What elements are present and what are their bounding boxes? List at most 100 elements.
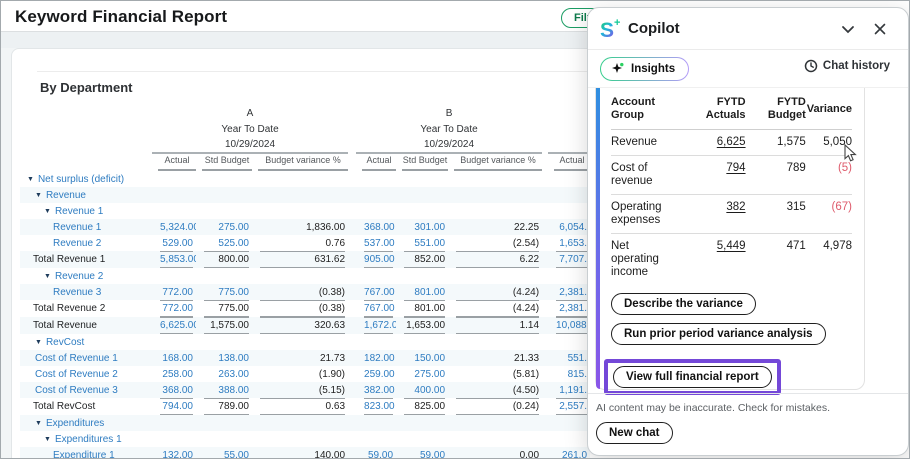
table-row: ▼ Revenue	[20, 187, 590, 203]
report-row-label[interactable]: Revenue 1	[53, 222, 101, 233]
report-cell[interactable]: 132.00	[152, 447, 196, 459]
report-cell[interactable]: 772.00	[152, 284, 196, 300]
report-cell[interactable]: 368.00	[152, 382, 196, 398]
chevron-down-icon[interactable]	[840, 21, 856, 37]
actuals-link[interactable]: 5,449	[717, 240, 746, 252]
report-cell[interactable]: 2,381.	[548, 284, 590, 300]
column-header: Actual	[548, 153, 590, 171]
report-cell[interactable]: 529.00	[152, 235, 196, 251]
actuals-link[interactable]: 6,625	[717, 136, 746, 148]
report-cell[interactable]: 6,054.	[548, 219, 590, 235]
report-cell[interactable]: 5,853.00	[152, 251, 196, 268]
collapse-triangle-icon[interactable]: ▼	[35, 192, 42, 199]
collapse-triangle-icon[interactable]: ▼	[44, 436, 51, 443]
action-button-3[interactable]: View full financial report	[613, 366, 772, 388]
report-cell[interactable]: 537.00	[356, 235, 396, 251]
insights-tab[interactable]: Insights	[600, 57, 689, 81]
new-chat-button[interactable]: New chat	[596, 422, 673, 444]
report-cell[interactable]: 2,381.	[548, 300, 590, 317]
report-cell[interactable]: 775.00	[196, 284, 252, 300]
report-cell[interactable]: 2,557.	[548, 398, 590, 415]
report-cell[interactable]: 772.00	[152, 300, 196, 317]
report-cell[interactable]: 59.00	[396, 447, 448, 459]
report-cell[interactable]: 150.00	[396, 350, 448, 366]
report-cell[interactable]: 275.00	[396, 366, 448, 382]
column-header: Actual	[356, 153, 396, 171]
report-cell[interactable]: 263.00	[196, 366, 252, 382]
report-row-label[interactable]: RevCost	[46, 337, 84, 348]
report-table-body: ▼Net surplus (deficit)▼Revenue▼Revenue 1…	[20, 171, 590, 459]
action-button-1[interactable]: Describe the variance	[611, 293, 756, 315]
report-cell[interactable]: 261.0	[548, 447, 590, 459]
table-row: Total Revenue 2772.00775.00(0.38)767.008…	[20, 300, 590, 317]
fytd-actuals-cell[interactable]: 382	[683, 195, 745, 234]
report-row-label[interactable]: Revenue 3	[53, 287, 101, 298]
report-cell[interactable]: 551.00	[396, 235, 448, 251]
report-cell[interactable]: 905.00	[356, 251, 396, 268]
fytd-actuals-cell[interactable]: 6,625	[683, 130, 745, 156]
collapse-triangle-icon[interactable]: ▼	[35, 420, 42, 427]
report-cell[interactable]: 767.00	[356, 284, 396, 300]
report-cell[interactable]: 794.00	[152, 398, 196, 415]
report-cell[interactable]: 1,191.	[548, 382, 590, 398]
report-row-label[interactable]: Revenue 1	[55, 206, 103, 217]
report-cell[interactable]: 382.00	[356, 382, 396, 398]
column-group-name: A	[152, 105, 348, 121]
report-row-label[interactable]: Cost of Revenue 1	[35, 353, 118, 364]
report-cell	[448, 187, 542, 203]
report-cell[interactable]: 5,324.00	[152, 219, 196, 235]
report-cell[interactable]: 7,707.	[548, 251, 590, 268]
collapse-triangle-icon[interactable]: ▼	[27, 176, 34, 183]
report-cell[interactable]: 259.00	[356, 366, 396, 382]
report-cell[interactable]: 368.00	[356, 219, 396, 235]
report-row-label[interactable]: Cost of Revenue 2	[35, 369, 118, 380]
report-row-label[interactable]: Revenue 2	[55, 271, 103, 282]
report-row-label[interactable]: Revenue	[46, 190, 86, 201]
collapse-triangle-icon[interactable]: ▼	[44, 273, 51, 280]
report-cell	[448, 431, 542, 447]
report-cell[interactable]: 138.00	[196, 350, 252, 366]
report-cell[interactable]: 400.00	[396, 382, 448, 398]
actuals-link[interactable]: 794	[726, 162, 745, 174]
report-cell[interactable]: 551.	[548, 350, 590, 366]
report-row-label[interactable]: Cost of Revenue 3	[35, 385, 118, 396]
report-row-label[interactable]: Expenditures	[46, 418, 104, 429]
report-cell[interactable]: 525.00	[196, 235, 252, 251]
report-cell[interactable]: 301.00	[396, 219, 448, 235]
action-button-2[interactable]: Run prior period variance analysis	[611, 323, 826, 345]
close-icon[interactable]	[872, 21, 888, 37]
fytd-actuals-cell[interactable]: 794	[683, 156, 745, 195]
chat-history-button[interactable]: Chat history	[804, 59, 890, 73]
report-cell: (4.50)	[448, 382, 542, 398]
report-row-label[interactable]: Expenditures 1	[55, 434, 122, 445]
collapse-triangle-icon[interactable]: ▼	[44, 208, 51, 215]
report-cell[interactable]: 1,653.	[548, 235, 590, 251]
report-cell	[252, 268, 348, 284]
collapse-triangle-icon[interactable]: ▼	[35, 339, 42, 346]
fytd-actuals-cell[interactable]: 5,449	[683, 234, 745, 286]
report-cell[interactable]: 6,625.00	[152, 317, 196, 334]
report-cell[interactable]: 55.00	[196, 447, 252, 459]
report-cell[interactable]: 168.00	[152, 350, 196, 366]
report-cell[interactable]: 823.00	[356, 398, 396, 415]
report-cell[interactable]: 801.00	[396, 284, 448, 300]
report-cell[interactable]: 10,088.	[548, 317, 590, 334]
report-cell[interactable]: 815.	[548, 366, 590, 382]
report-row-label[interactable]: Net surplus (deficit)	[38, 174, 124, 185]
report-cell	[548, 415, 590, 431]
report-cell[interactable]: 258.00	[152, 366, 196, 382]
report-cell[interactable]: 182.00	[356, 350, 396, 366]
report-cell	[548, 268, 590, 284]
report-cell: 0.76	[252, 235, 348, 251]
report-row-label[interactable]: Expenditure 1	[53, 450, 115, 460]
report-cell[interactable]: 767.00	[356, 300, 396, 317]
report-cell[interactable]: 275.00	[196, 219, 252, 235]
report-row-label[interactable]: Revenue 2	[53, 238, 101, 249]
table-row: Revenue 2529.00525.000.76537.00551.00(2.…	[20, 235, 590, 251]
actuals-link[interactable]: 382	[726, 201, 745, 213]
report-cell: 825.00	[396, 398, 448, 415]
report-cell[interactable]: 59.00	[356, 447, 396, 459]
report-cell[interactable]: 388.00	[196, 382, 252, 398]
report-cell[interactable]: 1,672.00	[356, 317, 396, 334]
report-cell	[196, 171, 252, 187]
